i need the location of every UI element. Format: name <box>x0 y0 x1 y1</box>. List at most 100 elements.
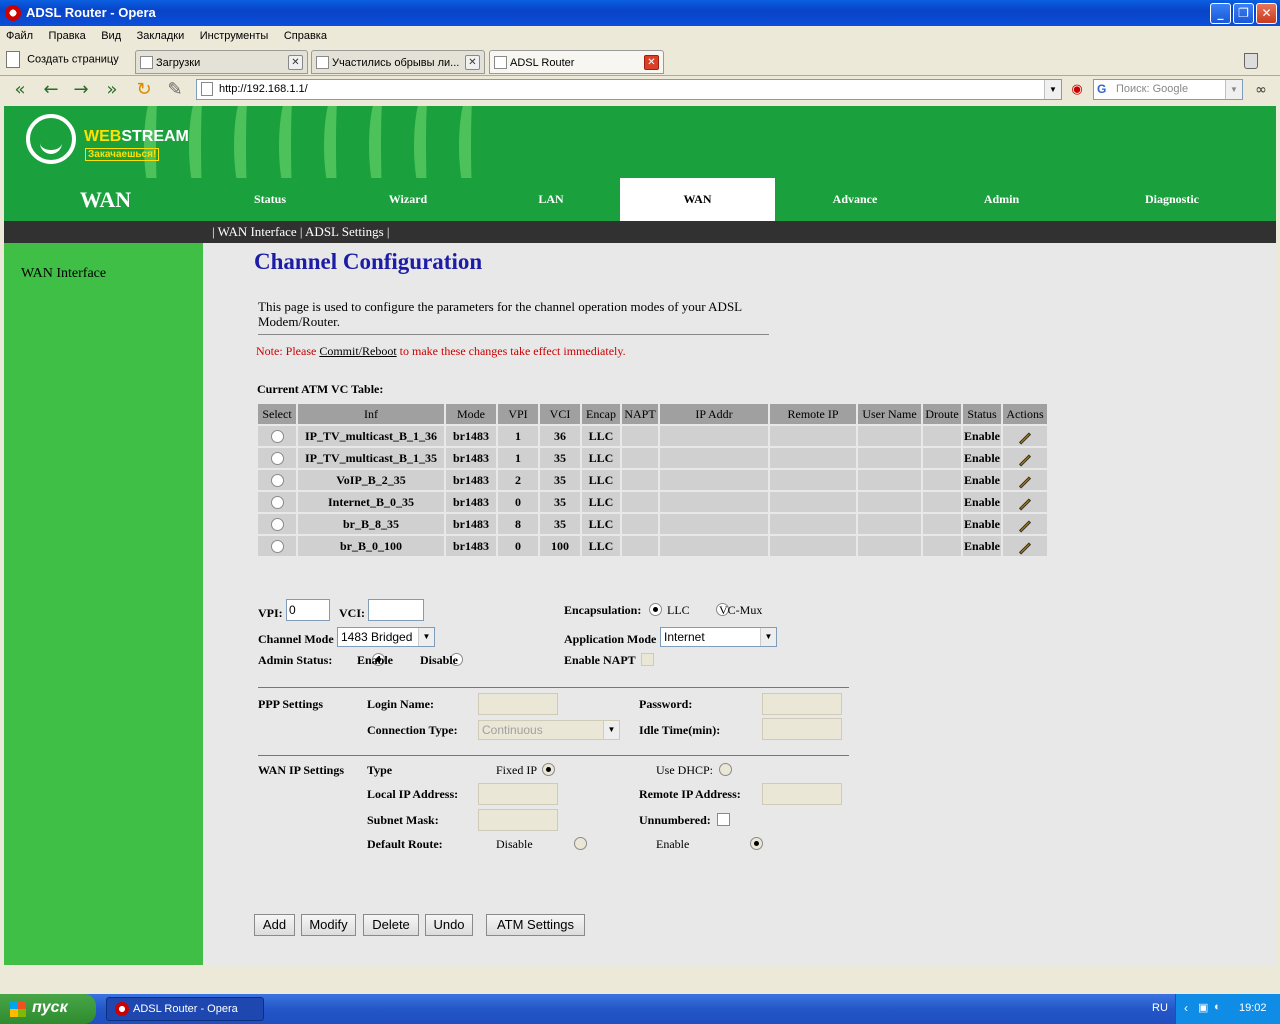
close-tab-icon[interactable]: ✕ <box>644 55 659 70</box>
ip-cell <box>660 514 768 534</box>
edit-icon[interactable]: ✎ <box>163 79 187 101</box>
ppp-settings-label: PPP Settings <box>258 697 323 711</box>
admin-status-label: Admin Status: <box>258 653 333 667</box>
network-icon[interactable]: ▣ <box>1198 1001 1208 1014</box>
menu-bar: Файл Правка Вид Закладки Инструменты Спр… <box>0 26 1280 47</box>
status-cell: Enable <box>963 470 1001 490</box>
modify-button[interactable]: Modify <box>301 914 356 936</box>
use-dhcp-radio[interactable] <box>718 763 732 776</box>
windows-logo-icon <box>10 1001 26 1017</box>
row-select-radio[interactable] <box>270 518 284 532</box>
edit-pencil-icon[interactable] <box>1018 497 1032 511</box>
fast-forward-icon[interactable]: » <box>100 79 124 101</box>
vci-cell: 100 <box>540 536 580 556</box>
menu-bookmarks[interactable]: Закладки <box>131 26 191 42</box>
tab-adsl-router[interactable]: ADSL Router ✕ <box>489 50 664 74</box>
close-window-button[interactable]: ✕ <box>1256 3 1277 24</box>
close-tab-icon[interactable]: ✕ <box>465 55 480 70</box>
language-indicator[interactable]: RU <box>1152 1002 1168 1014</box>
volume-icon[interactable]: ◐ <box>1214 1001 1221 1013</box>
undo-button[interactable]: Undo <box>425 914 473 936</box>
rewind-icon[interactable]: « <box>8 79 32 101</box>
inf-cell: br_B_0_100 <box>298 536 444 556</box>
droute-cell <box>923 492 961 512</box>
menu-edit[interactable]: Правка <box>43 26 92 42</box>
zoom-icon[interactable]: ∞ <box>1249 79 1273 101</box>
page-icon <box>316 56 329 69</box>
new-page-button[interactable]: Создать страницу <box>6 51 119 68</box>
row-select-radio[interactable] <box>270 496 284 510</box>
default-route-enable-radio[interactable] <box>750 837 764 850</box>
window-title: ADSL Router - Opera <box>26 5 156 20</box>
minimize-button[interactable]: _ <box>1210 3 1231 24</box>
default-route-disable-radio[interactable] <box>573 837 587 850</box>
forward-icon[interactable]: → <box>69 79 93 101</box>
menu-tools[interactable]: Инструменты <box>194 26 275 42</box>
password-input[interactable] <box>762 693 842 715</box>
unnumbered-checkbox[interactable] <box>717 813 730 826</box>
chevron-down-icon[interactable]: ▼ <box>1225 80 1242 99</box>
tab-forum[interactable]: Участились обрывы ли... ✕ <box>311 50 485 74</box>
application-mode-select[interactable]: Internet ▼ <box>660 627 777 647</box>
system-tray: ‹ ▣ ◐ 19:02 <box>1175 994 1280 1024</box>
add-button[interactable]: Add <box>254 914 295 936</box>
connection-type-value: Continuous <box>482 723 543 737</box>
user-cell <box>858 426 921 446</box>
vci-input[interactable] <box>368 599 424 621</box>
start-button[interactable]: пуск <box>0 994 96 1024</box>
edit-pencil-icon[interactable] <box>1018 453 1032 467</box>
tray-arrow-icon[interactable]: ‹ <box>1184 1001 1188 1015</box>
start-label: пуск <box>32 999 68 1016</box>
default-route-disable-label: Disable <box>496 837 533 851</box>
close-tab-icon[interactable]: ✕ <box>288 55 303 70</box>
address-input[interactable]: http://192.168.1.1/ ▼ <box>196 79 1062 100</box>
channel-mode-select[interactable]: 1483 Bridged ▼ <box>337 627 435 647</box>
vci-cell: 35 <box>540 448 580 468</box>
local-ip-input[interactable] <box>478 783 558 805</box>
new-page-icon <box>6 51 20 68</box>
actions-cell <box>1003 536 1047 556</box>
row-select-radio[interactable] <box>270 452 284 466</box>
atm-settings-button[interactable]: ATM Settings <box>486 914 585 936</box>
edit-pencil-icon[interactable] <box>1018 519 1032 533</box>
select-cell <box>258 448 296 468</box>
col-vpi: VPI <box>498 404 538 424</box>
menu-help[interactable]: Справка <box>278 26 333 42</box>
droute-cell <box>923 470 961 490</box>
wand-icon[interactable]: ◉ <box>1065 79 1089 101</box>
droute-cell <box>923 448 961 468</box>
row-select-radio[interactable] <box>270 540 284 554</box>
reload-icon[interactable]: ↻ <box>132 79 156 101</box>
chevron-down-icon[interactable]: ▼ <box>1044 80 1061 99</box>
row-select-radio[interactable] <box>270 474 284 488</box>
idle-time-input[interactable] <box>762 718 842 740</box>
maximize-button[interactable]: ❐ <box>1233 3 1254 24</box>
menu-view[interactable]: Вид <box>95 26 127 42</box>
edit-pencil-icon[interactable] <box>1018 541 1032 555</box>
admin-enable-label: Enable <box>357 653 394 667</box>
tab-downloads[interactable]: Загрузки ✕ <box>135 50 308 74</box>
enable-napt-checkbox[interactable] <box>641 653 654 666</box>
subnet-mask-input[interactable] <box>478 809 558 831</box>
edit-pencil-icon[interactable] <box>1018 431 1032 445</box>
search-input[interactable]: G Поиск: Google ▼ <box>1093 79 1243 100</box>
fixed-ip-radio[interactable] <box>542 763 555 776</box>
tab-label: Участились обрывы ли... <box>332 57 460 69</box>
remote-ip-input[interactable] <box>762 783 842 805</box>
chevron-down-icon: ▼ <box>418 628 434 646</box>
connection-type-select[interactable]: Continuous ▼ <box>478 720 620 740</box>
note: Note: Please Commit/Reboot to make these… <box>256 344 626 358</box>
login-name-input[interactable] <box>478 693 558 715</box>
trash-icon[interactable] <box>1244 53 1258 69</box>
taskbar-item-opera[interactable]: ADSL Router - Opera <box>106 997 264 1021</box>
encap-llc-radio[interactable] <box>649 603 662 616</box>
row-select-radio[interactable] <box>270 430 284 444</box>
delete-button[interactable]: Delete <box>363 914 419 936</box>
back-icon[interactable]: ← <box>39 79 63 101</box>
commit-reboot-link[interactable]: Commit/Reboot <box>319 344 396 358</box>
vpi-input[interactable]: 0 <box>286 599 330 621</box>
menu-file[interactable]: Файл <box>0 26 39 42</box>
edit-pencil-icon[interactable] <box>1018 475 1032 489</box>
enable-napt-label: Enable NAPT <box>564 653 636 667</box>
title-bar: ADSL Router - Opera _ ❐ ✕ <box>0 0 1280 26</box>
